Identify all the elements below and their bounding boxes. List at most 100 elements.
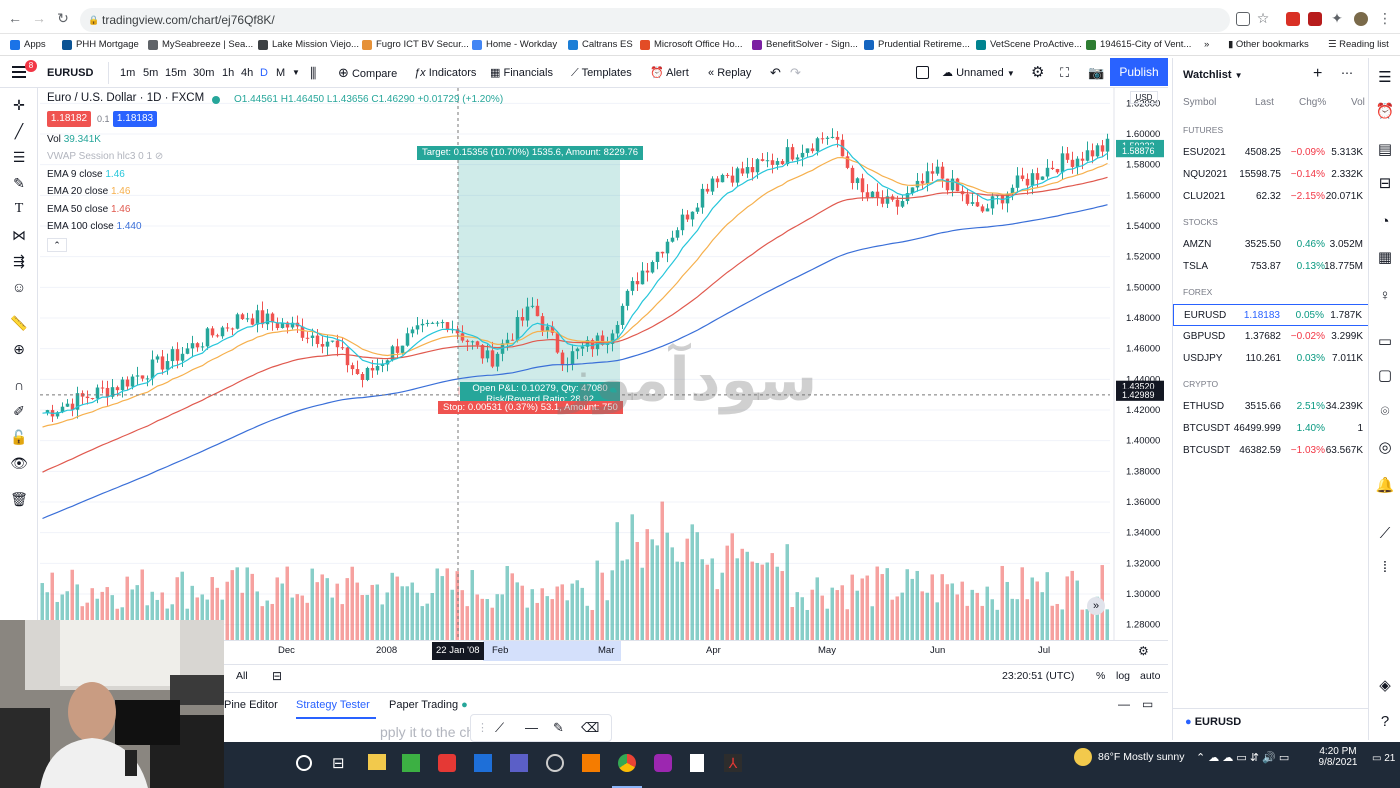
other-bookmarks[interactable]: ▮ Other bookmarks: [1228, 38, 1309, 52]
tab-pine-editor[interactable]: Pine Editor: [224, 699, 278, 711]
log-toggle[interactable]: log: [1116, 670, 1130, 682]
watchlist-section-header[interactable]: STOCKS: [1183, 217, 1218, 227]
trendline-icon[interactable]: ╱: [10, 122, 28, 140]
app-icon-2[interactable]: [438, 754, 456, 772]
watchlist-row[interactable]: GBPUSD 1.37682 −0.02% 3.299K: [1173, 326, 1369, 348]
hidden-eye-icon[interactable]: ⊘: [155, 151, 163, 162]
reload-icon[interactable]: ↻: [56, 11, 70, 25]
candle-type-icon[interactable]: ⫼: [310, 64, 316, 82]
fib-icon[interactable]: ☰: [10, 148, 28, 166]
add-symbol-icon[interactable]: +: [1313, 65, 1322, 83]
pattern-icon[interactable]: ⋈: [10, 226, 28, 244]
notepad-icon[interactable]: [690, 754, 704, 772]
app-icon-5[interactable]: [654, 754, 672, 772]
lock-icon[interactable]: 🔓: [10, 428, 28, 446]
publish-button[interactable]: Publish: [1110, 58, 1168, 86]
watchlist-title[interactable]: Watchlist ▼: [1183, 69, 1242, 81]
bookmark-item[interactable]: PHH Mortgage: [62, 38, 139, 52]
tray-icons[interactable]: ⌃ ☁ ☁ ▭ ⇵ 🔊 ▭: [1196, 751, 1289, 764]
prediction-icon[interactable]: ⇶: [10, 252, 28, 270]
interval-M[interactable]: M: [276, 64, 285, 82]
text-icon[interactable]: T: [10, 200, 28, 218]
address-bar[interactable]: 🔒 tradingview.com/chart/ej76Qf8K/: [80, 8, 1230, 32]
back-icon[interactable]: ←: [8, 11, 22, 25]
auto-toggle[interactable]: auto: [1140, 670, 1160, 682]
file-explorer-icon[interactable]: [368, 754, 386, 770]
alerts-clock-icon[interactable]: ⏰: [1375, 102, 1395, 122]
search-circle-icon[interactable]: [296, 755, 312, 771]
crosshair-icon[interactable]: ✛: [10, 96, 28, 114]
layout-select-icon[interactable]: [916, 66, 929, 79]
watchlist-section-header[interactable]: CRYPTO: [1183, 379, 1218, 389]
trash-icon[interactable]: 🗑: [10, 490, 28, 508]
profile-avatar[interactable]: [1354, 12, 1368, 26]
extension-icon[interactable]: [1286, 12, 1300, 26]
magnet-icon[interactable]: ∩: [10, 376, 28, 394]
watchlist-row[interactable]: BTCUSDT 46382.59 −1.03% 63.567K: [1173, 440, 1369, 462]
details-symbol[interactable]: ● EURUSD: [1185, 716, 1241, 728]
redo-icon[interactable]: ↷: [790, 64, 801, 82]
more-options-icon[interactable]: ⋯: [1341, 66, 1353, 80]
fullscreen-icon[interactable]: ⛶: [1060, 64, 1069, 82]
messages-icon[interactable]: ▢: [1375, 366, 1395, 386]
clock-readout[interactable]: 23:20:51 (UTC): [1002, 670, 1074, 682]
hline-tool-icon[interactable]: —: [525, 720, 538, 735]
interval-chevron-icon[interactable]: ▼: [292, 64, 300, 82]
weather-text[interactable]: 86°F Mostly sunny: [1098, 751, 1184, 763]
line-tool-icon[interactable]: ⟋: [495, 720, 504, 736]
currency-select[interactable]: USD: [1130, 91, 1158, 104]
layout-name-dropdown[interactable]: ☁ Unnamed ▼: [942, 64, 1015, 82]
bookmark-item[interactable]: Microsoft Office Ho...: [640, 38, 743, 52]
teams-icon[interactable]: [510, 754, 528, 772]
replay-button[interactable]: « Replay: [708, 64, 751, 82]
target-label[interactable]: Target: 0.15356 (10.70%) 1535.6, Amount:…: [417, 146, 644, 160]
interval-15m[interactable]: 15m: [165, 64, 186, 82]
puzzle-icon[interactable]: ✦: [1330, 11, 1344, 25]
bookmark-item[interactable]: Prudential Retireme...: [864, 38, 970, 52]
bookmark-item[interactable]: MySeabreeze | Sea...: [148, 38, 253, 52]
hotlist-icon[interactable]: ◔: [1375, 212, 1395, 232]
menu-dots-icon[interactable]: ⋮: [1378, 11, 1392, 25]
brush-tool-icon[interactable]: ✎: [553, 720, 564, 736]
tab-strategy-tester[interactable]: Strategy Tester: [296, 699, 370, 711]
eye-icon[interactable]: 👁: [10, 454, 28, 472]
app-icon[interactable]: [402, 754, 420, 772]
star-icon[interactable]: ☆: [1256, 11, 1270, 25]
trend-icon[interactable]: ⟋: [1375, 524, 1395, 544]
action-center-icon[interactable]: ▭ 21: [1372, 753, 1395, 764]
watchlist-section-header[interactable]: FUTURES: [1183, 125, 1223, 135]
interval-4h[interactable]: 4h: [241, 64, 253, 82]
chrome-icon[interactable]: [618, 754, 636, 772]
brush-icon[interactable]: ✎: [10, 174, 28, 192]
eraser-tool-icon[interactable]: ⌫: [581, 720, 599, 736]
broadcast-icon[interactable]: ◎: [1375, 438, 1395, 458]
pdf-extension-icon[interactable]: [1308, 12, 1322, 26]
watchlist-row[interactable]: USDJPY 110.261 0.03% 7.011K: [1173, 348, 1369, 370]
reading-list[interactable]: ☰ Reading list: [1328, 38, 1389, 52]
axis-settings-icon[interactable]: ⚙: [1138, 644, 1149, 658]
buy-button[interactable]: 1.18183: [113, 111, 157, 127]
compare-button[interactable]: ⊕ Compare: [338, 64, 397, 82]
hamburger-menu-icon[interactable]: [12, 65, 26, 79]
interval-1h[interactable]: 1h: [222, 64, 234, 82]
acrobat-icon[interactable]: ⅄: [724, 754, 742, 772]
watchlist-row[interactable]: EURUSD 1.18183 0.05% 1.787K: [1173, 304, 1369, 326]
bookmark-item[interactable]: Caltrans ES: [568, 38, 633, 52]
smiley-icon[interactable]: ☺: [10, 278, 28, 296]
watchlist-row[interactable]: NQU2021 15598.75 −0.14% 2.332K: [1173, 164, 1369, 186]
forward-icon[interactable]: →: [32, 11, 46, 25]
minimize-panel-icon[interactable]: —: [1118, 697, 1130, 711]
clock[interactable]: 4:20 PM 9/8/2021: [1314, 746, 1362, 768]
task-view-icon[interactable]: ⊟: [332, 754, 345, 772]
indicators-button[interactable]: ƒx Indicators: [414, 64, 476, 82]
symbol-search[interactable]: EURUSD: [47, 64, 93, 82]
interval-1m[interactable]: 1m: [120, 64, 135, 82]
drag-handle-icon[interactable]: ⋮: [477, 721, 488, 734]
watchlist-icon[interactable]: ☰: [1375, 68, 1395, 88]
bookmark-item[interactable]: Home - Workday: [472, 38, 557, 52]
watchlist-row[interactable]: TSLA 753.87 0.13% 18.775M: [1173, 256, 1369, 278]
watchlist-row[interactable]: ETHUSD 3515.66 2.51% 34.239K: [1173, 396, 1369, 418]
streams-icon[interactable]: ⌾: [1375, 402, 1395, 422]
undo-icon[interactable]: ↶: [770, 64, 781, 82]
dom-icon[interactable]: ⁞: [1375, 558, 1395, 578]
